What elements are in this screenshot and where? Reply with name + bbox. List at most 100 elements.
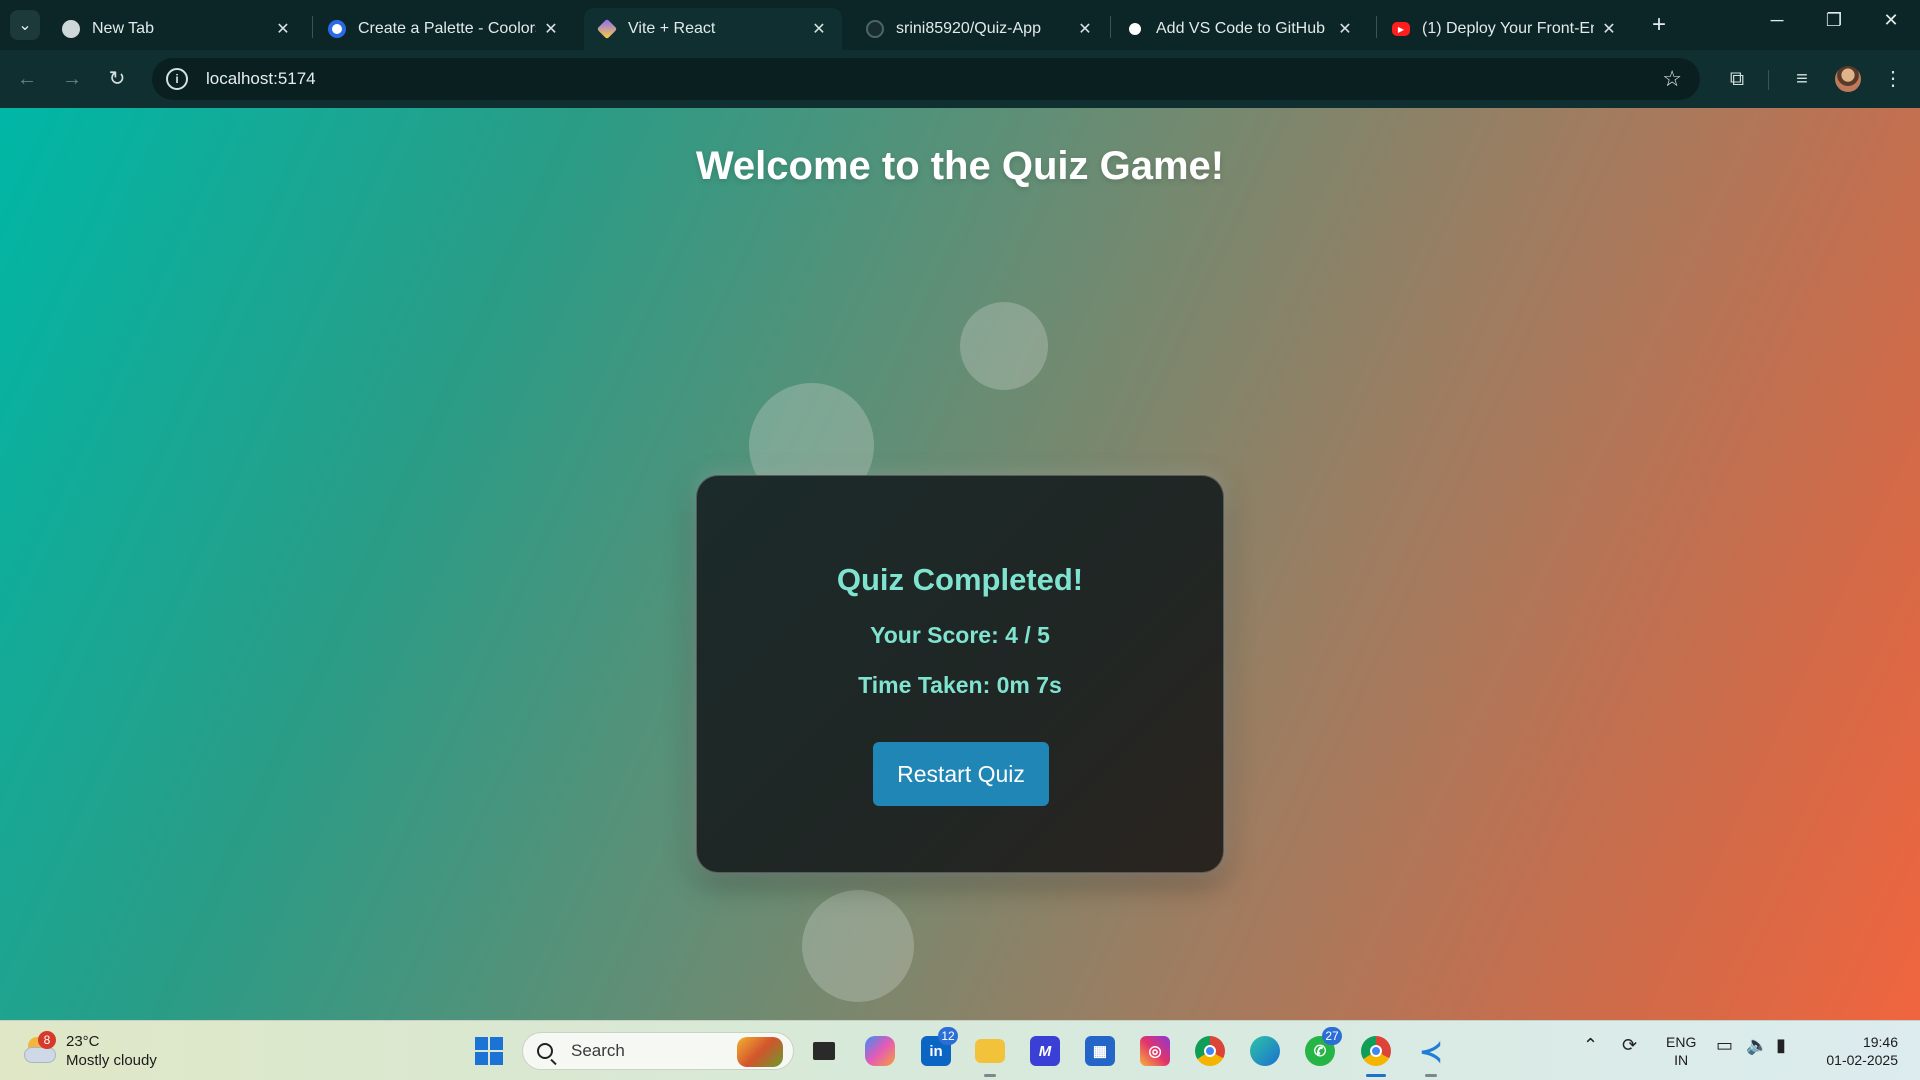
close-icon[interactable]: ✕ <box>1076 19 1094 39</box>
language-indicator[interactable]: ENG IN <box>1666 1033 1696 1069</box>
vscode-icon: ≺ <box>1419 1035 1443 1067</box>
network-icon[interactable]: ▭ <box>1716 1035 1733 1056</box>
tab-separator <box>1110 16 1111 38</box>
search-placeholder: Search <box>571 1041 625 1060</box>
clock-date: 01-02-2025 <box>1826 1052 1898 1068</box>
close-icon[interactable]: ✕ <box>810 19 828 39</box>
close-icon[interactable]: ✕ <box>1600 19 1618 39</box>
linkedin-button[interactable]: in 12 <box>916 1027 958 1071</box>
restore-icon[interactable]: ❐ <box>1819 10 1849 31</box>
decorative-bubble <box>802 890 914 1002</box>
whatsapp-badge: 27 <box>1322 1027 1342 1045</box>
toolbar-separator <box>1768 70 1769 90</box>
show-hidden-icons-chevron-icon[interactable]: ⌃ <box>1583 1035 1598 1056</box>
page-viewport: Welcome to the Quiz Game! Quiz Completed… <box>0 108 1920 1020</box>
browser-tab-strip: ⌄ New Tab ✕ Create a Palette - Coolors ✕… <box>0 0 1920 50</box>
tab-title: srini85920/Quiz-App <box>896 20 1041 37</box>
tab-search-button[interactable]: ⌄ <box>10 10 40 40</box>
start-button[interactable] <box>469 1031 509 1071</box>
close-icon[interactable]: ✕ <box>274 19 292 39</box>
tab-title: Vite + React <box>628 20 716 37</box>
forward-icon[interactable]: → <box>57 64 87 94</box>
taskbar-search[interactable]: Search <box>522 1032 794 1070</box>
tab-separator <box>312 16 313 38</box>
back-icon[interactable]: ← <box>12 64 42 94</box>
store-icon: ▦ <box>1085 1036 1115 1066</box>
close-window-icon[interactable]: ✕ <box>1876 10 1906 31</box>
minimize-icon[interactable]: ─ <box>1762 10 1792 31</box>
tab-title: Create a Palette - Coolors <box>358 20 536 37</box>
microsoft-store-button[interactable]: ▦ <box>1080 1031 1120 1071</box>
clock-time: 19:46 <box>1862 1034 1898 1050</box>
chrome-profile-button[interactable] <box>1356 1031 1396 1077</box>
running-indicator <box>984 1074 996 1077</box>
task-view-button[interactable] <box>804 1031 844 1071</box>
coolors-icon <box>328 20 346 38</box>
tab-youtube[interactable]: ▶ (1) Deploy Your Front-End ✕ <box>1378 8 1632 50</box>
linkedin-badge: 12 <box>938 1027 958 1045</box>
reload-icon[interactable]: ↻ <box>102 64 132 94</box>
url-text[interactable]: localhost:5174 <box>206 69 316 89</box>
browser-toolbar: ← → ↻ i localhost:5174 ☆ ⧉ ≡ ⋮ <box>0 50 1920 108</box>
search-icon <box>537 1043 553 1059</box>
search-highlight-icon <box>737 1037 783 1067</box>
github-icon <box>866 20 884 38</box>
chrome-button[interactable] <box>1190 1031 1230 1071</box>
new-tab-button[interactable]: + <box>1652 12 1666 38</box>
sync-icon[interactable]: ⟳ <box>1622 1035 1637 1056</box>
battery-icon[interactable]: ▮ <box>1776 1035 1786 1056</box>
task-view-icon <box>813 1042 835 1060</box>
tab-chatgpt[interactable]: Add VS Code to GitHub ✕ <box>1112 8 1368 50</box>
quiz-result-card: Quiz Completed! Your Score: 4 / 5 Time T… <box>696 475 1224 873</box>
chrome-icon <box>62 20 80 38</box>
vscode-button[interactable]: ≺ <box>1411 1031 1451 1077</box>
edge-button[interactable] <box>1245 1031 1285 1071</box>
score-text: Your Score: 4 / 5 <box>870 622 1050 648</box>
tab-coolors[interactable]: Create a Palette - Coolors ✕ <box>314 8 574 50</box>
app-icon: M <box>1030 1036 1060 1066</box>
cloudy-weather-icon: 8 <box>22 1031 56 1065</box>
menu-icon[interactable]: ⋮ <box>1878 64 1908 94</box>
windows-taskbar: 8 23°C Mostly cloudy Search in 12 M ▦ ◎ … <box>0 1020 1920 1080</box>
weather-desc: Mostly cloudy <box>66 1052 157 1069</box>
bookmark-star-icon[interactable]: ☆ <box>1662 66 1682 92</box>
tab-separator <box>1376 16 1377 38</box>
folder-icon <box>975 1039 1005 1063</box>
system-clock[interactable]: 19:46 01-02-2025 <box>1818 1033 1898 1069</box>
youtube-icon: ▶ <box>1392 22 1410 36</box>
volume-icon[interactable]: 🔈 <box>1746 1035 1768 1056</box>
whatsapp-button[interactable]: ✆ 27 <box>1300 1027 1342 1071</box>
tab-new-tab[interactable]: New Tab ✕ <box>48 8 306 50</box>
close-icon[interactable]: ✕ <box>1336 19 1354 39</box>
copilot-icon <box>865 1036 895 1066</box>
time-taken-text: Time Taken: 0m 7s <box>858 672 1062 698</box>
tab-title: Add VS Code to GitHub <box>1156 20 1325 37</box>
address-bar[interactable]: i localhost:5174 ☆ <box>152 58 1700 100</box>
site-info-icon[interactable]: i <box>166 68 188 90</box>
tab-vite-react[interactable]: Vite + React ✕ <box>584 8 842 50</box>
profile-avatar[interactable] <box>1835 66 1861 92</box>
weather-widget[interactable]: 8 23°C Mostly cloudy <box>22 1029 157 1073</box>
close-icon[interactable]: ✕ <box>542 19 560 39</box>
tab-title: New Tab <box>92 20 154 37</box>
weather-badge: 8 <box>38 1031 56 1049</box>
tab-github-quiz-app[interactable]: srini85920/Quiz-App ✕ <box>852 8 1108 50</box>
instagram-button[interactable]: ◎ <box>1135 1031 1175 1071</box>
extensions-icon[interactable]: ⧉ <box>1722 64 1752 94</box>
chevron-down-icon: ⌄ <box>18 17 32 34</box>
tab-title: (1) Deploy Your Front-End <box>1422 20 1594 37</box>
weather-temp: 23°C <box>66 1033 100 1050</box>
media-control-icon[interactable]: ≡ <box>1787 64 1817 94</box>
lang-line1: ENG <box>1666 1034 1697 1050</box>
file-explorer-button[interactable] <box>970 1031 1010 1077</box>
instagram-icon: ◎ <box>1140 1036 1170 1066</box>
copilot-button[interactable] <box>860 1031 900 1071</box>
page-title: Welcome to the Quiz Game! <box>695 144 1225 188</box>
vite-icon <box>596 18 618 40</box>
chrome-icon <box>1195 1036 1225 1066</box>
lang-line2: IN <box>1674 1052 1689 1068</box>
restart-quiz-button[interactable]: Restart Quiz <box>873 742 1049 806</box>
windows-logo-icon <box>475 1037 503 1065</box>
edge-icon <box>1250 1036 1280 1066</box>
app-button[interactable]: M <box>1025 1031 1065 1071</box>
